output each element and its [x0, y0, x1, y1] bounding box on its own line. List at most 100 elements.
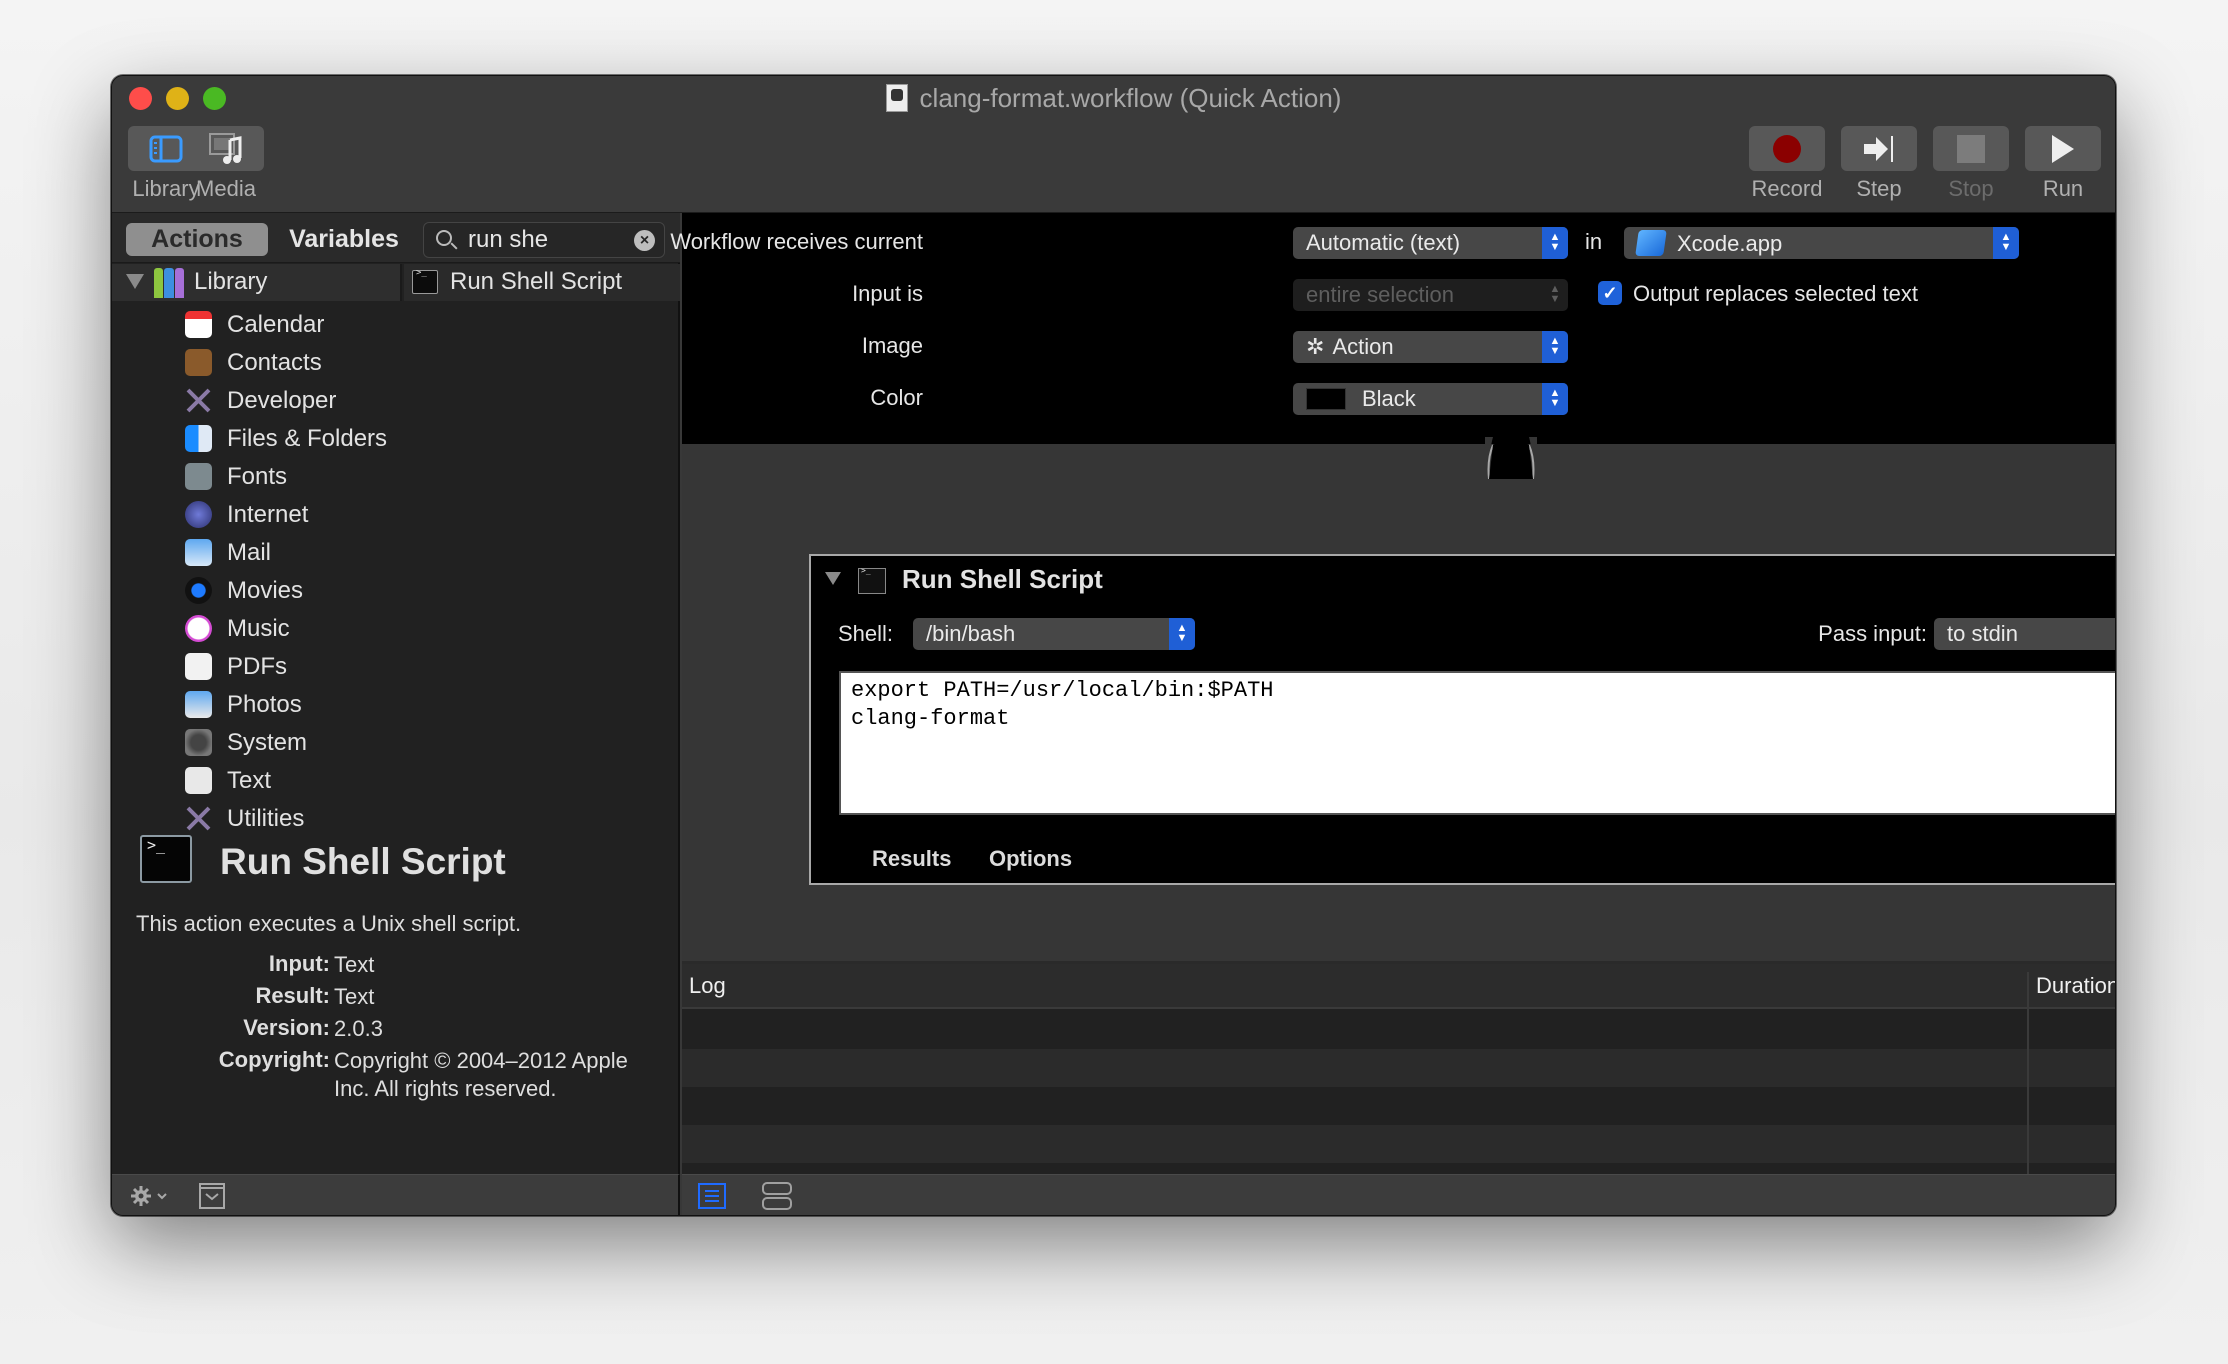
split-view-icon[interactable]	[761, 1181, 793, 1211]
run-shell-script-action: Run Shell Script × Shell: /bin/bash ▲▼ P…	[809, 554, 2115, 885]
tab-actions[interactable]: Actions	[126, 223, 268, 256]
category-item[interactable]: Fonts	[112, 458, 402, 496]
script-editor[interactable]	[839, 671, 2115, 815]
tab-results[interactable]: Results	[872, 846, 951, 872]
finder-icon	[185, 425, 212, 452]
tab-variables[interactable]: Variables	[285, 223, 403, 256]
category-item[interactable]: Photos	[112, 686, 402, 724]
column-divider[interactable]	[2027, 972, 2029, 1174]
action-title: Run Shell Script	[902, 564, 1103, 594]
action-connector	[1485, 437, 1537, 479]
image-popup[interactable]: ✲ Action ▲ ▼	[1293, 331, 1568, 363]
stop-button[interactable]	[1933, 126, 2009, 171]
log-row	[682, 1125, 2115, 1163]
receives-label: Workflow receives current	[670, 229, 923, 254]
color-swatch	[1306, 388, 1346, 410]
category-label: Internet	[227, 501, 309, 528]
log-table: Log Duration	[682, 961, 2115, 1215]
log-column-header[interactable]: Log	[689, 973, 726, 999]
list-view-icon[interactable]	[698, 1183, 728, 1209]
shell-label: Shell:	[838, 621, 894, 646]
utilities-icon	[185, 805, 212, 832]
workflow-area: Workflow receives current Automatic (tex…	[670, 213, 2115, 1215]
description-toggle-icon[interactable]	[199, 1183, 225, 1209]
popup-arrows-icon: ▲ ▼	[1542, 383, 1568, 415]
category-item[interactable]: Text	[112, 762, 402, 800]
color-popup[interactable]: Black ▲ ▼	[1293, 383, 1568, 415]
text-icon	[185, 767, 212, 794]
category-item[interactable]: Files & Folders	[112, 420, 402, 458]
metadata-value: Copyright © 2004–2012 Apple Inc. All rig…	[334, 1048, 628, 1101]
category-item[interactable]: Utilities	[112, 800, 402, 838]
calendar-icon	[185, 311, 212, 338]
metadata-value: Text	[334, 984, 375, 1009]
result-item-run-shell-script[interactable]: Run Shell Script	[404, 264, 680, 301]
library-icon	[154, 268, 184, 298]
duration-column-header[interactable]: Duration	[2036, 973, 2115, 999]
workflow-settings: Workflow receives current Automatic (tex…	[670, 213, 2115, 444]
library-bottom-bar	[112, 1174, 680, 1215]
metadata-key: Version:	[243, 1015, 330, 1040]
output-replaces-checkbox[interactable]: ✓	[1598, 281, 1622, 305]
output-replaces-label: Output replaces selected text	[1633, 281, 1918, 306]
media-button[interactable]	[188, 126, 264, 171]
step-button[interactable]	[1841, 126, 1917, 171]
library-sidebar-icon	[149, 135, 183, 162]
record-button[interactable]	[1749, 126, 1825, 171]
library-header-row[interactable]: Library	[112, 264, 402, 301]
library-panel: Actions Variables × Library Run Shell Sc…	[112, 213, 680, 1174]
category-label: PDFs	[227, 653, 287, 680]
input-is-popup: entire selection ▲ ▼	[1293, 279, 1568, 311]
popup-arrows-icon: ▲ ▼	[1542, 331, 1568, 363]
terminal-icon	[858, 566, 886, 594]
run-label: Run	[2042, 176, 2084, 201]
category-item[interactable]: Internet	[112, 496, 402, 534]
terminal-icon	[412, 268, 438, 294]
action-search-field[interactable]: ×	[423, 222, 665, 258]
tab-options[interactable]: Options	[989, 846, 1072, 872]
library-label: Library	[194, 268, 268, 295]
category-item[interactable]: Contacts	[112, 344, 402, 382]
clear-search-icon[interactable]: ×	[634, 230, 655, 251]
popup-arrows-icon: ▲ ▼	[1542, 227, 1568, 259]
workflow-bottom-bar	[682, 1174, 2115, 1215]
color-label: Color	[870, 385, 923, 410]
category-item[interactable]: Calendar	[112, 306, 402, 344]
category-item[interactable]: System	[112, 724, 402, 762]
category-item[interactable]: PDFs	[112, 648, 402, 686]
media-icon	[209, 132, 242, 164]
pass-input-popup[interactable]: to stdin ▲▼	[1934, 618, 2115, 650]
log-row	[682, 1011, 2115, 1049]
category-label: System	[227, 729, 308, 756]
shell-popup[interactable]: /bin/bash ▲ ▼	[913, 618, 1195, 650]
stop-icon	[1957, 134, 1985, 163]
internet-globe-icon	[185, 501, 212, 528]
category-label: Photos	[227, 691, 302, 718]
category-item[interactable]: Mail	[112, 534, 402, 572]
application-popup[interactable]: Xcode.app ▲ ▼	[1624, 227, 2019, 259]
category-label: Movies	[227, 577, 304, 604]
terminal-icon	[140, 835, 192, 883]
media-label: Media	[196, 176, 256, 201]
automator-window: clang-format.workflow (Quick Action) Lib…	[111, 75, 2116, 1216]
run-button[interactable]	[2025, 126, 2101, 171]
developer-tools-icon	[185, 387, 212, 414]
category-label: Music	[227, 615, 290, 642]
search-input[interactable]	[468, 225, 618, 255]
category-item[interactable]: Developer	[112, 382, 402, 420]
disclosure-triangle-icon[interactable]	[126, 274, 144, 289]
receives-popup[interactable]: Automatic (text) ▲ ▼	[1293, 227, 1568, 259]
metadata-key: Copyright:	[218, 1047, 330, 1072]
collapse-triangle-icon[interactable]	[825, 572, 841, 585]
gear-menu-icon[interactable]	[130, 1184, 172, 1208]
log-row	[682, 1049, 2115, 1087]
category-label: Mail	[227, 539, 272, 566]
photos-icon	[185, 691, 212, 718]
popup-arrows-icon: ▲ ▼	[1993, 227, 2019, 259]
category-label: Files & Folders	[227, 425, 388, 452]
gear-icon: ✲	[1306, 334, 1325, 359]
category-item[interactable]: Music	[112, 610, 402, 648]
record-icon	[1773, 134, 1801, 163]
category-item[interactable]: Movies	[112, 572, 402, 610]
run-icon	[2052, 134, 2074, 163]
